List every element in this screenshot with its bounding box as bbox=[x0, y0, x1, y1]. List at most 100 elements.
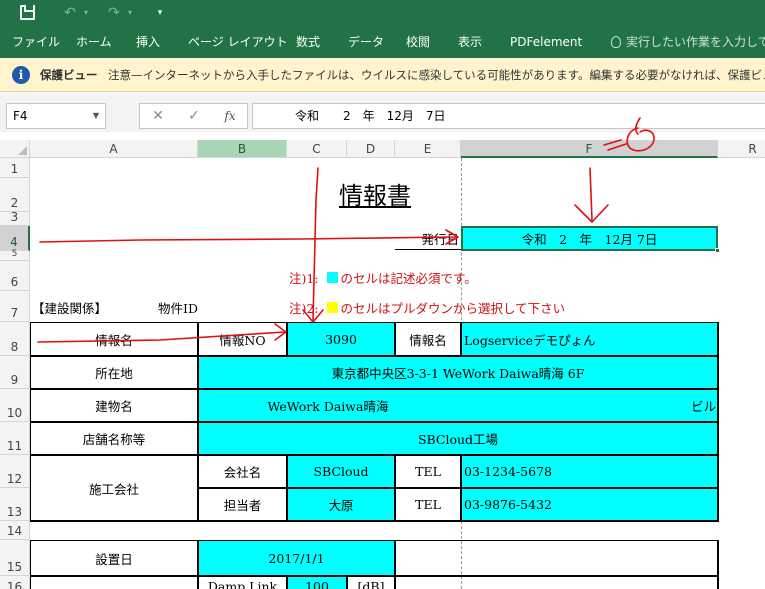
tell-me-search[interactable]: 実行したい作業を入力してください bbox=[611, 26, 765, 58]
issue-date-label[interactable]: 発行日 bbox=[395, 228, 461, 250]
protected-view-message: 注意—インターネットから入手したファイルは、ウイルスに感染している可能性がありま… bbox=[108, 68, 765, 82]
row-header[interactable]: 9 bbox=[0, 356, 30, 389]
info-name-label[interactable]: 情報名 bbox=[30, 322, 198, 356]
tell-me-text: 実行したい作業を入力してください bbox=[626, 35, 765, 49]
name-box[interactable]: F4 ▼ bbox=[6, 103, 106, 129]
title-bar: ↶ ▾ ↷ ▾ ▾ bbox=[0, 0, 765, 26]
row-header[interactable]: 6 bbox=[0, 261, 30, 291]
column-header-f[interactable]: F bbox=[461, 140, 718, 158]
building-label[interactable]: 建物名 bbox=[30, 389, 198, 422]
row16-value[interactable]: 100 bbox=[287, 576, 347, 589]
save-icon[interactable] bbox=[20, 5, 35, 20]
install-date-label[interactable]: 設置日 bbox=[30, 540, 198, 576]
tab-formulas[interactable]: 数式 bbox=[296, 26, 320, 58]
redo-icon[interactable]: ↷ bbox=[104, 3, 124, 23]
protected-view-title: 保護ビュー bbox=[40, 68, 98, 82]
column-header-d[interactable]: D bbox=[347, 140, 395, 158]
sheet-title[interactable]: 情報書 bbox=[300, 174, 450, 212]
note-2-text: のセルはプルダウンから選択して下さい bbox=[340, 300, 566, 316]
install-date-empty[interactable] bbox=[395, 540, 718, 576]
tab-data[interactable]: データ bbox=[348, 26, 384, 58]
company-tel-label[interactable]: TEL bbox=[395, 455, 461, 488]
cancel-icon[interactable]: ✕ bbox=[146, 104, 170, 128]
fill-handle[interactable] bbox=[715, 248, 720, 253]
row16-empty[interactable] bbox=[395, 576, 718, 589]
company-label[interactable]: 会社名 bbox=[198, 455, 287, 488]
address-label[interactable]: 所在地 bbox=[30, 356, 198, 389]
column-header-r[interactable]: R bbox=[718, 140, 765, 158]
worksheet[interactable]: A B C D E F R 1 2 3 4 5 6 7 8 9 10 11 12… bbox=[0, 140, 765, 589]
contractor-label[interactable]: 施工会社 bbox=[30, 455, 198, 521]
tab-file[interactable]: ファイル bbox=[12, 26, 60, 58]
info-icon: i bbox=[12, 66, 30, 84]
row-header[interactable]: 7 bbox=[0, 291, 30, 322]
yellow-swatch bbox=[326, 301, 338, 313]
formula-buttons: ✕ ✓ fx bbox=[139, 103, 248, 129]
property-id-label[interactable]: 物件ID bbox=[140, 293, 198, 321]
insert-function-icon[interactable]: fx bbox=[218, 104, 242, 128]
category-label[interactable]: 【建設関係】 bbox=[30, 293, 130, 321]
row-header[interactable]: 4 bbox=[0, 226, 30, 251]
info-no-value[interactable]: 3090 bbox=[287, 322, 395, 356]
company-value[interactable]: SBCloud bbox=[287, 455, 395, 488]
store-value[interactable]: SBCloud工場 bbox=[198, 422, 718, 455]
row-header[interactable]: 1 bbox=[0, 158, 30, 178]
protected-view-bar: i 保護ビュー 注意—インターネットから入手したファイルは、ウイルスに感染してい… bbox=[0, 58, 765, 92]
row16-label[interactable]: Damp Link bbox=[198, 576, 287, 589]
row-header[interactable]: 5 bbox=[0, 249, 30, 261]
row16-a[interactable] bbox=[30, 576, 198, 589]
formula-bar: F4 ▼ ✕ ✓ fx 令和 2 年 12月 7日 bbox=[0, 100, 765, 132]
undo-dropdown-icon[interactable]: ▾ bbox=[80, 3, 92, 23]
lightbulb-icon bbox=[611, 36, 621, 48]
customize-qat-icon[interactable]: ▾ bbox=[152, 3, 168, 23]
person-label[interactable]: 担当者 bbox=[198, 488, 287, 521]
tab-review[interactable]: 校閲 bbox=[406, 26, 430, 58]
info-name-value[interactable]: Logserviceデモぴょん bbox=[461, 322, 718, 356]
person-tel-value[interactable]: 03-9876-5432 bbox=[461, 488, 718, 521]
tab-pdfelement[interactable]: PDFelement bbox=[510, 26, 582, 58]
row-header[interactable]: 11 bbox=[0, 422, 30, 455]
enter-icon[interactable]: ✓ bbox=[182, 104, 206, 128]
row16-unit[interactable]: [dB] bbox=[347, 576, 395, 589]
formula-input[interactable]: 令和 2 年 12月 7日 bbox=[252, 103, 765, 129]
row-header[interactable]: 2 bbox=[0, 178, 30, 212]
building-suffix[interactable]: ビル bbox=[660, 389, 716, 422]
install-date-value[interactable]: 2017/1/1 bbox=[198, 540, 395, 576]
note-1-prefix: 注)1: bbox=[289, 270, 319, 286]
column-header-e[interactable]: E bbox=[395, 140, 461, 158]
column-header-c[interactable]: C bbox=[287, 140, 347, 158]
redo-dropdown-icon[interactable]: ▾ bbox=[124, 3, 136, 23]
select-all-corner[interactable] bbox=[0, 140, 30, 158]
row-header[interactable]: 16 bbox=[0, 576, 30, 589]
note-1: 注)1: のセルは記述必須です。 bbox=[289, 264, 709, 290]
row-header[interactable]: 13 bbox=[0, 488, 30, 521]
building-value[interactable]: WeWork Daiwa晴海 bbox=[198, 389, 458, 422]
column-header-b[interactable]: B bbox=[198, 140, 287, 158]
store-label[interactable]: 店舗名称等 bbox=[30, 422, 198, 455]
person-value[interactable]: 大原 bbox=[287, 488, 395, 521]
column-header-a[interactable]: A bbox=[30, 140, 198, 158]
row-header[interactable]: 12 bbox=[0, 455, 30, 488]
company-tel-value[interactable]: 03-1234-5678 bbox=[461, 455, 718, 488]
row-header[interactable]: 8 bbox=[0, 322, 30, 356]
tab-page-layout[interactable]: ページ レイアウト bbox=[188, 26, 288, 58]
name-box-value: F4 bbox=[13, 109, 28, 123]
info-name-label-2[interactable]: 情報名 bbox=[395, 322, 461, 356]
row-header[interactable]: 15 bbox=[0, 540, 30, 576]
address-value[interactable]: 東京都中央区3-3-1 WeWork Daiwa晴海 6F bbox=[198, 356, 718, 389]
ribbon-tabs: ファイル ホーム 挿入 ページ レイアウト 数式 データ 校閲 表示 PDFel… bbox=[0, 26, 765, 58]
note-2-prefix: 注)2: bbox=[289, 300, 319, 316]
tab-insert[interactable]: 挿入 bbox=[136, 26, 160, 58]
tab-view[interactable]: 表示 bbox=[458, 26, 482, 58]
info-no-label[interactable]: 情報NO bbox=[198, 322, 287, 356]
row-header[interactable]: 14 bbox=[0, 521, 30, 540]
note-2: 注)2: のセルはプルダウンから選択して下さい bbox=[289, 293, 709, 321]
row-header[interactable]: 10 bbox=[0, 389, 30, 422]
row-header[interactable]: 3 bbox=[0, 210, 30, 226]
issue-date-cell[interactable]: 令和 2 年 12月 7日 bbox=[461, 226, 718, 251]
tab-home[interactable]: ホーム bbox=[76, 26, 112, 58]
chevron-down-icon[interactable]: ▼ bbox=[93, 104, 99, 128]
person-tel-label[interactable]: TEL bbox=[395, 488, 461, 521]
undo-icon[interactable]: ↶ bbox=[60, 3, 80, 23]
note-1-text: のセルは記述必須です。 bbox=[340, 270, 477, 286]
